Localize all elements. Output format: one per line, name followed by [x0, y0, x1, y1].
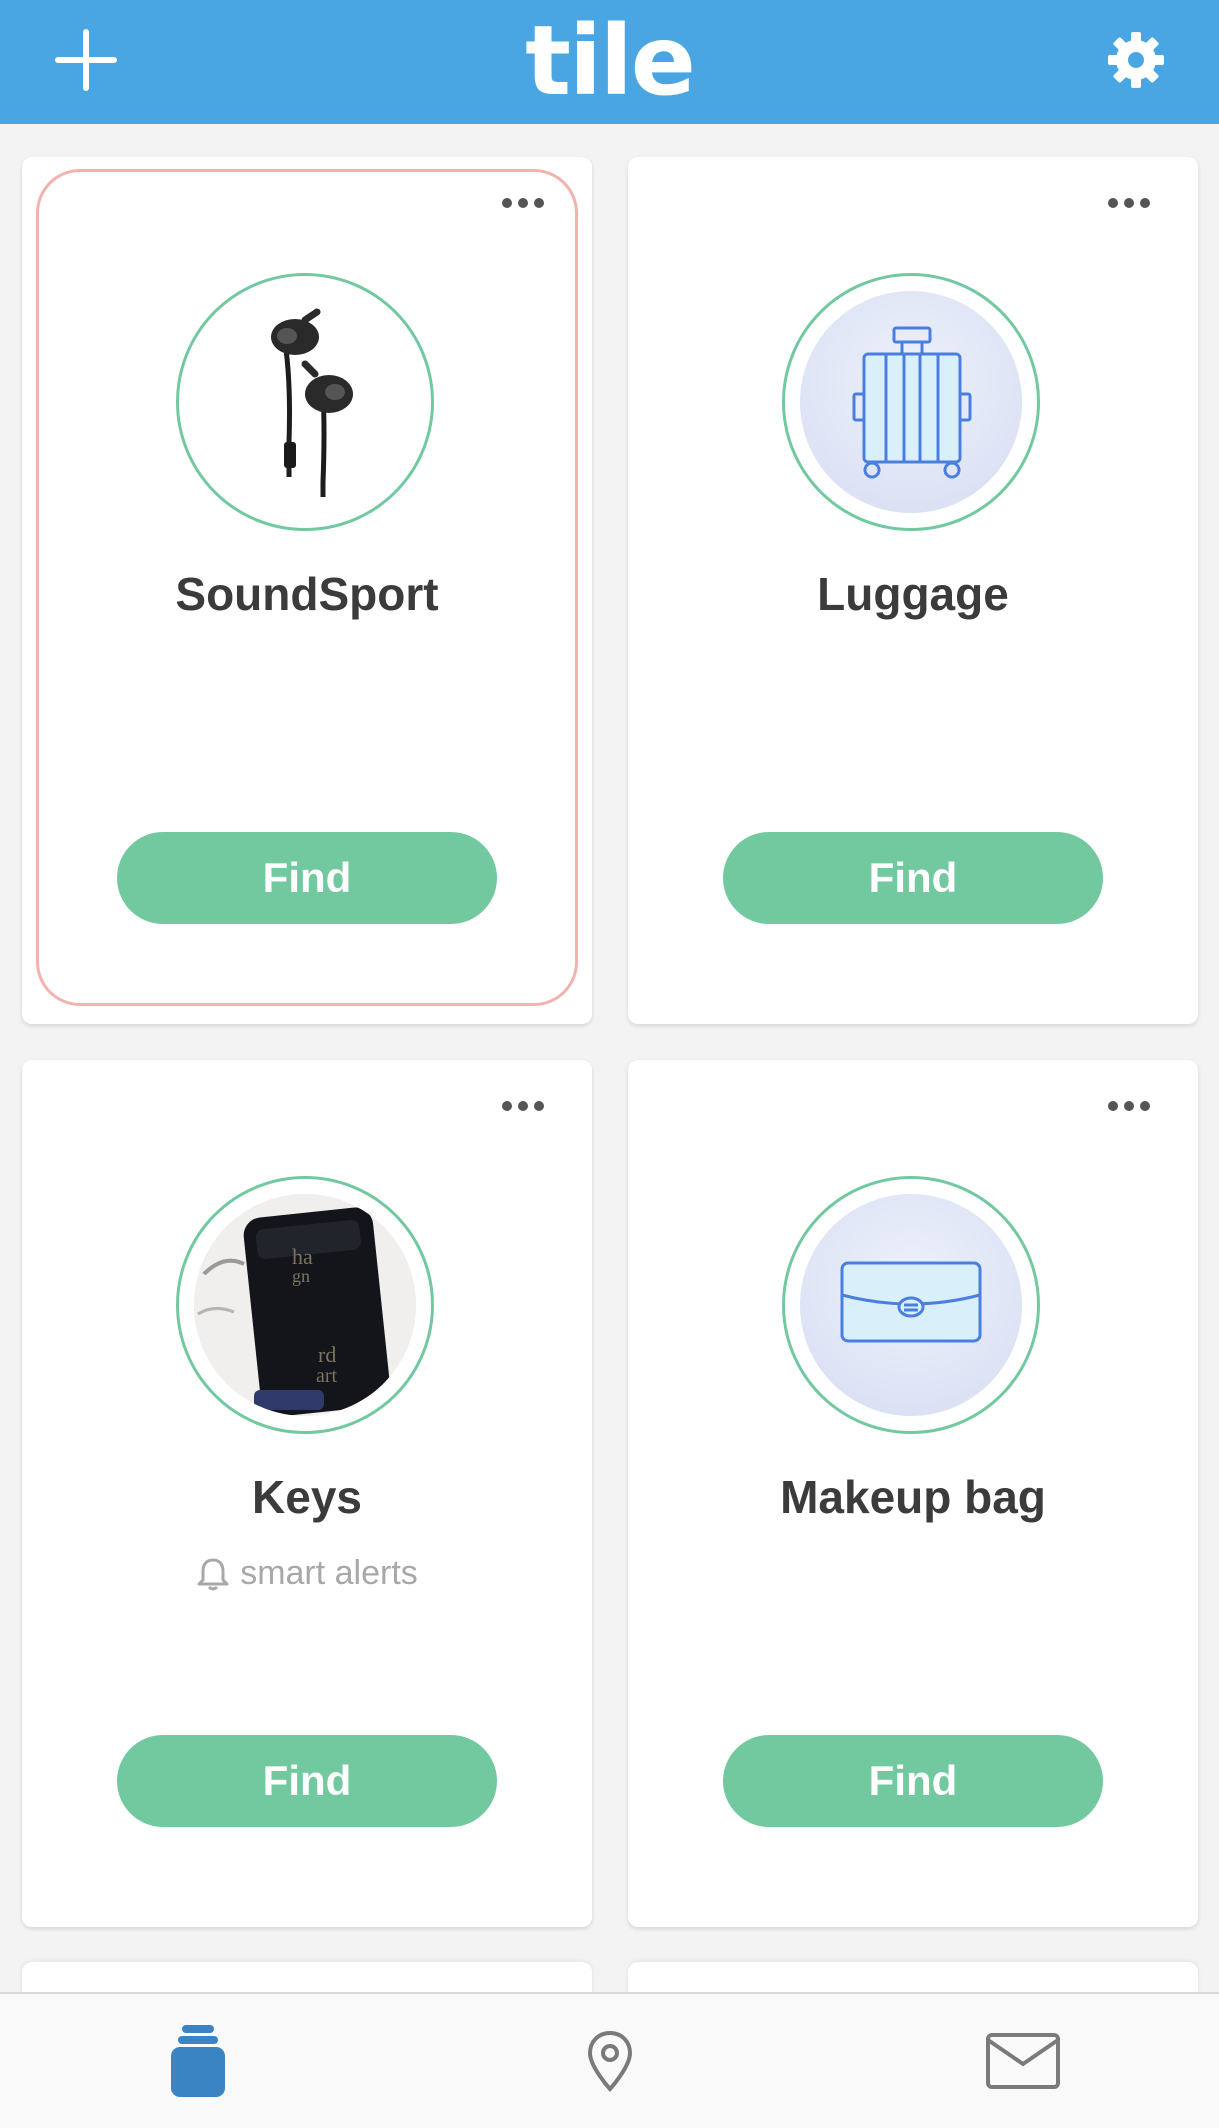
- tile-jar-icon: [171, 2025, 225, 2097]
- smart-alerts-status: smart alerts: [22, 1554, 592, 1593]
- svg-text:gn: gn: [292, 1266, 310, 1286]
- makeup-bag-icon: [840, 1261, 982, 1343]
- item-name: SoundSport: [175, 568, 439, 620]
- item-avatar-background: ha gn rd art: [194, 1194, 416, 1416]
- more-options-button[interactable]: [1094, 183, 1164, 223]
- app-logo: tile: [525, 5, 696, 117]
- suitcase-icon: [852, 326, 972, 479]
- bottom-tab-bar: [0, 1992, 1219, 2128]
- tile-card-soundsport[interactable]: SoundSport Find: [22, 157, 592, 1024]
- settings-button[interactable]: [1090, 14, 1182, 106]
- item-name: Luggage: [817, 568, 1009, 620]
- item-name: Keys: [252, 1471, 362, 1523]
- bell-icon: [197, 1558, 229, 1590]
- item-avatar: [782, 1176, 1040, 1434]
- item-name: Makeup bag: [780, 1471, 1046, 1523]
- tab-messages[interactable]: [973, 2016, 1073, 2106]
- svg-text:rd: rd: [318, 1342, 336, 1367]
- location-pin-icon: [587, 2030, 633, 2092]
- smart-alerts-label: smart alerts: [240, 1554, 418, 1592]
- earbuds-photo: [271, 308, 353, 497]
- item-avatar: [782, 273, 1040, 531]
- tile-card-luggage[interactable]: Luggage Find: [628, 157, 1198, 1024]
- keys-pouch-photo: ha gn rd art: [194, 1194, 416, 1416]
- svg-text:art: art: [316, 1365, 338, 1387]
- more-options-button[interactable]: [488, 1086, 558, 1126]
- item-avatar-background: [800, 291, 1022, 513]
- gear-icon: [1108, 32, 1164, 88]
- tile-card-makeup-bag[interactable]: Makeup bag Find: [628, 1060, 1198, 1927]
- find-button[interactable]: Find: [723, 1735, 1103, 1827]
- tab-my-tiles[interactable]: [148, 2016, 248, 2106]
- tile-card-keys[interactable]: ha gn rd art Keys smart alerts Find: [22, 1060, 592, 1927]
- item-avatar: [176, 273, 434, 531]
- item-avatar-background: [800, 1194, 1022, 1416]
- find-button[interactable]: Find: [723, 832, 1103, 924]
- find-button[interactable]: Find: [117, 832, 497, 924]
- item-avatar: ha gn rd art: [176, 1176, 434, 1434]
- more-options-button[interactable]: [488, 183, 558, 223]
- tab-map[interactable]: [560, 2016, 660, 2106]
- find-button[interactable]: Find: [117, 1735, 497, 1827]
- top-bar: tile: [0, 0, 1219, 124]
- envelope-icon: [986, 2033, 1060, 2089]
- more-options-button[interactable]: [1094, 1086, 1164, 1126]
